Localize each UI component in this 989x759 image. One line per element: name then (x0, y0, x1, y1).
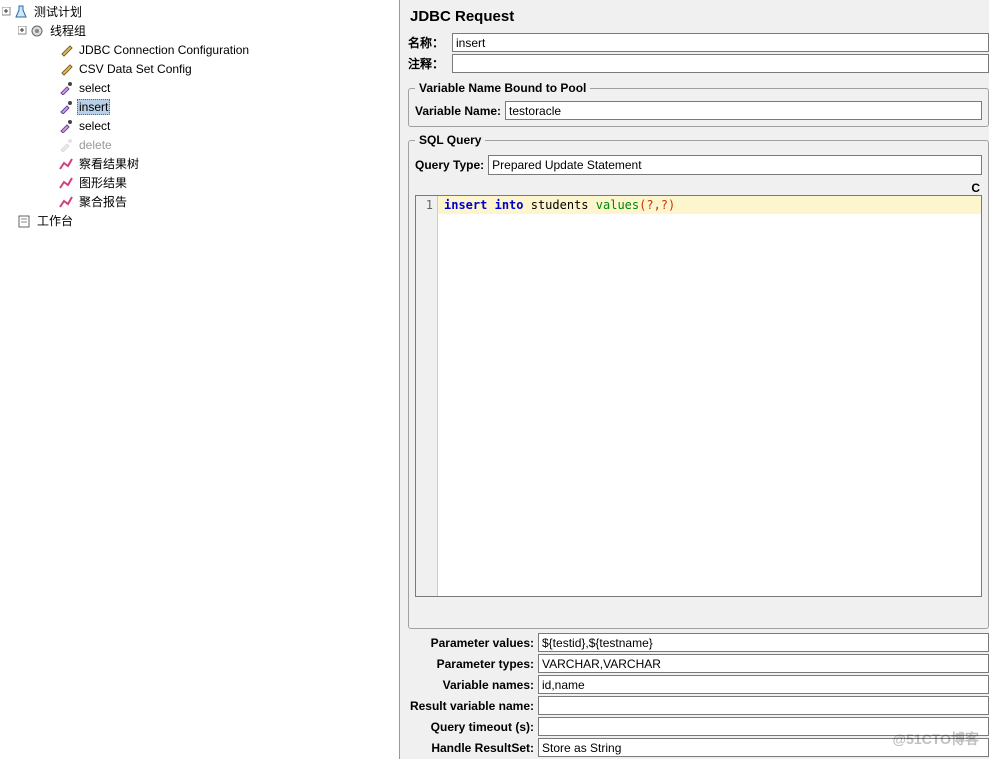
tree-label: insert (77, 99, 110, 115)
param-values-label: Parameter values: (408, 636, 538, 650)
toggle-icon[interactable] (18, 26, 27, 35)
line-number: 1 (416, 198, 433, 212)
gutter: 1 (416, 196, 438, 596)
toggle-icon[interactable] (2, 7, 11, 16)
tree-node-thread-group[interactable]: 线程组 (0, 21, 399, 40)
dropper-icon (58, 118, 74, 134)
tree-label: select (77, 118, 112, 134)
code-line: insert into students values(?,?) (438, 196, 981, 214)
name-label: 名称： (408, 34, 452, 51)
tree-label: CSV Data Set Config (77, 61, 194, 77)
query-type-combo[interactable]: Prepared Update Statement (488, 155, 982, 175)
tree-node-insert[interactable]: insert (0, 97, 399, 116)
gear-icon (29, 23, 45, 39)
tree-node-results-tree[interactable]: 察看结果树 (0, 154, 399, 173)
tree-node-graph-results[interactable]: 图形结果 (0, 173, 399, 192)
sql-query-legend: SQL Query (415, 133, 485, 147)
tree-label: delete (77, 137, 114, 153)
tree-node-delete[interactable]: delete (0, 135, 399, 154)
variable-name-label: Variable Name: (415, 104, 505, 118)
tree-node-aggregate-report[interactable]: 聚合报告 (0, 192, 399, 211)
tree-label: 聚合报告 (77, 192, 129, 211)
tree-node-csv-config[interactable]: CSV Data Set Config (0, 59, 399, 78)
wrench-icon (58, 42, 74, 58)
tree-node-jdbc-config[interactable]: JDBC Connection Configuration (0, 40, 399, 59)
tree-label: 图形结果 (77, 173, 129, 192)
chart-icon (58, 175, 74, 191)
right-char: C (415, 179, 982, 195)
tree: 测试计划 线程组 JDBC Connection Configuration C… (0, 2, 399, 230)
variable-names-label: Variable names: (408, 678, 538, 692)
wrench-icon (58, 61, 74, 77)
sql-query-group: SQL Query Query Type: Prepared Update St… (408, 133, 989, 629)
dropper-icon (58, 80, 74, 96)
result-variable-input[interactable] (538, 696, 989, 715)
panel-title: JDBC Request (408, 8, 989, 25)
result-variable-label: Result variable name: (408, 699, 538, 713)
tree-label: select (77, 80, 112, 96)
name-input[interactable] (452, 33, 989, 52)
variable-pool-group: Variable Name Bound to Pool Variable Nam… (408, 81, 989, 127)
tree-node-select-2[interactable]: select (0, 116, 399, 135)
dropper-icon (58, 137, 74, 153)
tree-label: 工作台 (35, 211, 75, 230)
comment-input[interactable] (452, 54, 989, 73)
tree-node-select-1[interactable]: select (0, 78, 399, 97)
chart-icon (58, 194, 74, 210)
query-type-value: Prepared Update Statement (492, 158, 641, 172)
variable-pool-legend: Variable Name Bound to Pool (415, 81, 590, 95)
clipboard-icon (16, 213, 32, 229)
tree-label: 线程组 (48, 21, 88, 40)
variable-name-input[interactable] (505, 101, 982, 120)
comment-label: 注释： (408, 55, 452, 72)
dropper-icon (58, 99, 74, 115)
param-types-label: Parameter types: (408, 657, 538, 671)
tree-node-workbench[interactable]: 工作台 (0, 211, 399, 230)
tree-label: 测试计划 (32, 2, 84, 21)
tree-node-test-plan[interactable]: 测试计划 (0, 2, 399, 21)
comment-row: 注释： (408, 54, 989, 73)
param-types-input[interactable] (538, 654, 989, 673)
name-row: 名称： (408, 33, 989, 52)
chart-icon (58, 156, 74, 172)
param-values-input[interactable] (538, 633, 989, 652)
editor-panel: JDBC Request 名称： 注释： Variable Name Bound… (400, 0, 989, 759)
query-timeout-input[interactable] (538, 717, 989, 736)
code-content[interactable]: insert into students values(?,?) (438, 196, 981, 596)
handle-resultset-label: Handle ResultSet: (408, 741, 538, 755)
tree-label: 察看结果树 (77, 154, 141, 173)
tree-label: JDBC Connection Configuration (77, 42, 251, 58)
handle-resultset-combo[interactable]: Store as String (538, 738, 989, 757)
tree-panel: 测试计划 线程组 JDBC Connection Configuration C… (0, 0, 400, 759)
sql-editor[interactable]: 1 insert into students values(?,?) (415, 195, 982, 597)
variable-names-input[interactable] (538, 675, 989, 694)
handle-resultset-value: Store as String (542, 741, 621, 755)
query-type-label: Query Type: (415, 158, 484, 172)
bottom-fields: Parameter values: Parameter types: Varia… (408, 633, 989, 759)
query-timeout-label: Query timeout (s): (408, 720, 538, 734)
beaker-icon (13, 4, 29, 20)
